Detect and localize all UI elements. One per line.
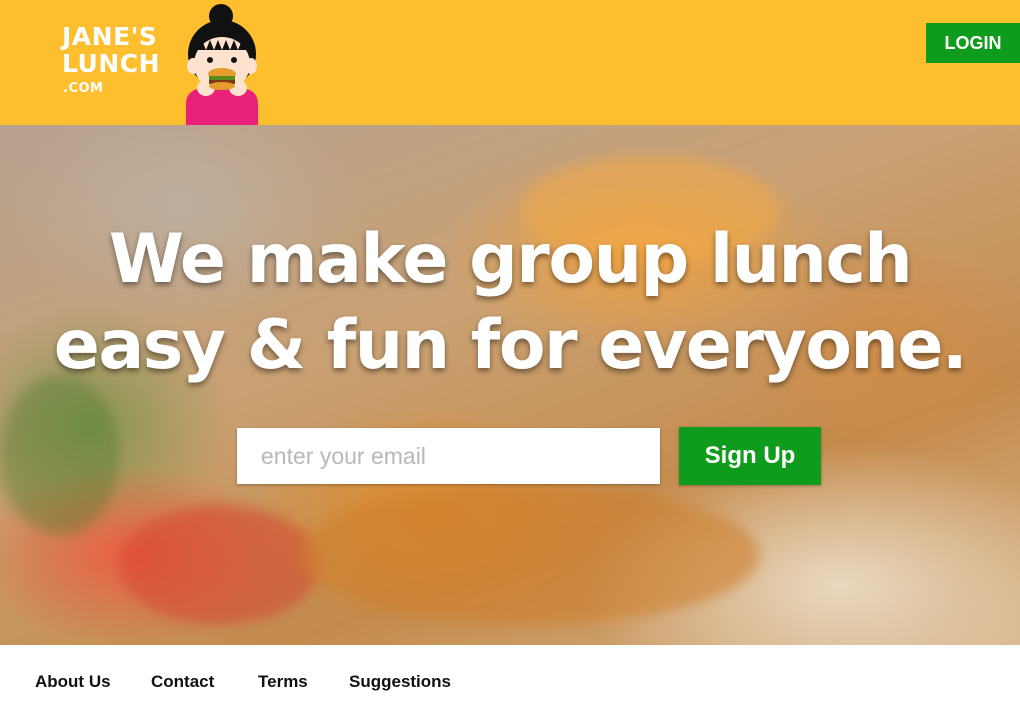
footer-link-about-us[interactable]: About Us [35, 672, 111, 692]
headline-line-1: We make group lunch [108, 220, 913, 299]
hero-section: We make group lunch easy & fun for every… [0, 125, 1020, 645]
login-button[interactable]: LOGIN [926, 23, 1020, 63]
site-header: JANE'S LUNCH .COM LOGIN [0, 0, 1020, 125]
hero-background-blob [120, 505, 320, 625]
site-logo[interactable]: JANE'S LUNCH .COM [62, 24, 160, 95]
headline-line-2: easy & fun for everyone. [53, 306, 968, 385]
logo-line-2: LUNCH [62, 49, 161, 78]
sign-up-button[interactable]: Sign Up [679, 427, 821, 485]
hero-background-blob [0, 375, 120, 535]
logo-line-3: .COM [63, 81, 104, 96]
logo-line-1: JANE'S [62, 22, 158, 51]
email-input[interactable] [237, 428, 660, 484]
site-footer: About Us Contact Terms Suggestions [0, 645, 1020, 708]
footer-link-suggestions[interactable]: Suggestions [349, 672, 451, 692]
girl-eating-burger-icon [186, 4, 258, 125]
hero-headline: We make group lunch easy & fun for every… [0, 217, 1020, 389]
hero-background-blob [300, 485, 760, 625]
footer-link-contact[interactable]: Contact [151, 672, 214, 692]
footer-link-terms[interactable]: Terms [258, 672, 308, 692]
